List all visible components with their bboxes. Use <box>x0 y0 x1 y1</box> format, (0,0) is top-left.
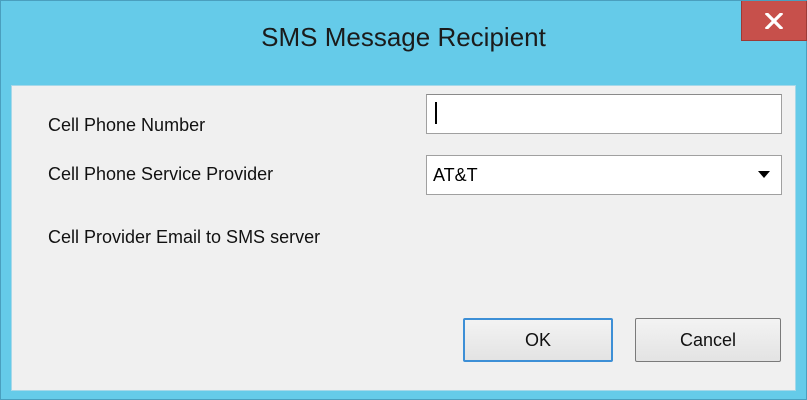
dialog-window: SMS Message Recipient Cell Phone Number … <box>0 0 807 400</box>
cancel-button[interactable]: Cancel <box>635 318 781 362</box>
title-bar[interactable]: SMS Message Recipient <box>1 1 807 85</box>
close-icon <box>765 12 783 29</box>
service-provider-select[interactable]: AT&T <box>426 155 782 195</box>
phone-number-input[interactable] <box>426 94 782 134</box>
service-provider-value: AT&T <box>433 165 478 185</box>
dropdown-button[interactable] <box>749 158 779 192</box>
sms-server-label: Cell Provider Email to SMS server <box>48 227 321 247</box>
dialog-title: SMS Message Recipient <box>261 22 546 52</box>
dialog-body: Cell Phone Number Cell Phone Service Pro… <box>11 85 796 391</box>
phone-number-label: Cell Phone Number <box>48 115 206 135</box>
close-button[interactable] <box>741 1 807 41</box>
ok-button[interactable]: OK <box>463 318 613 362</box>
chevron-down-icon <box>758 166 770 184</box>
service-provider-label: Cell Phone Service Provider <box>48 164 274 184</box>
text-caret <box>435 102 437 124</box>
